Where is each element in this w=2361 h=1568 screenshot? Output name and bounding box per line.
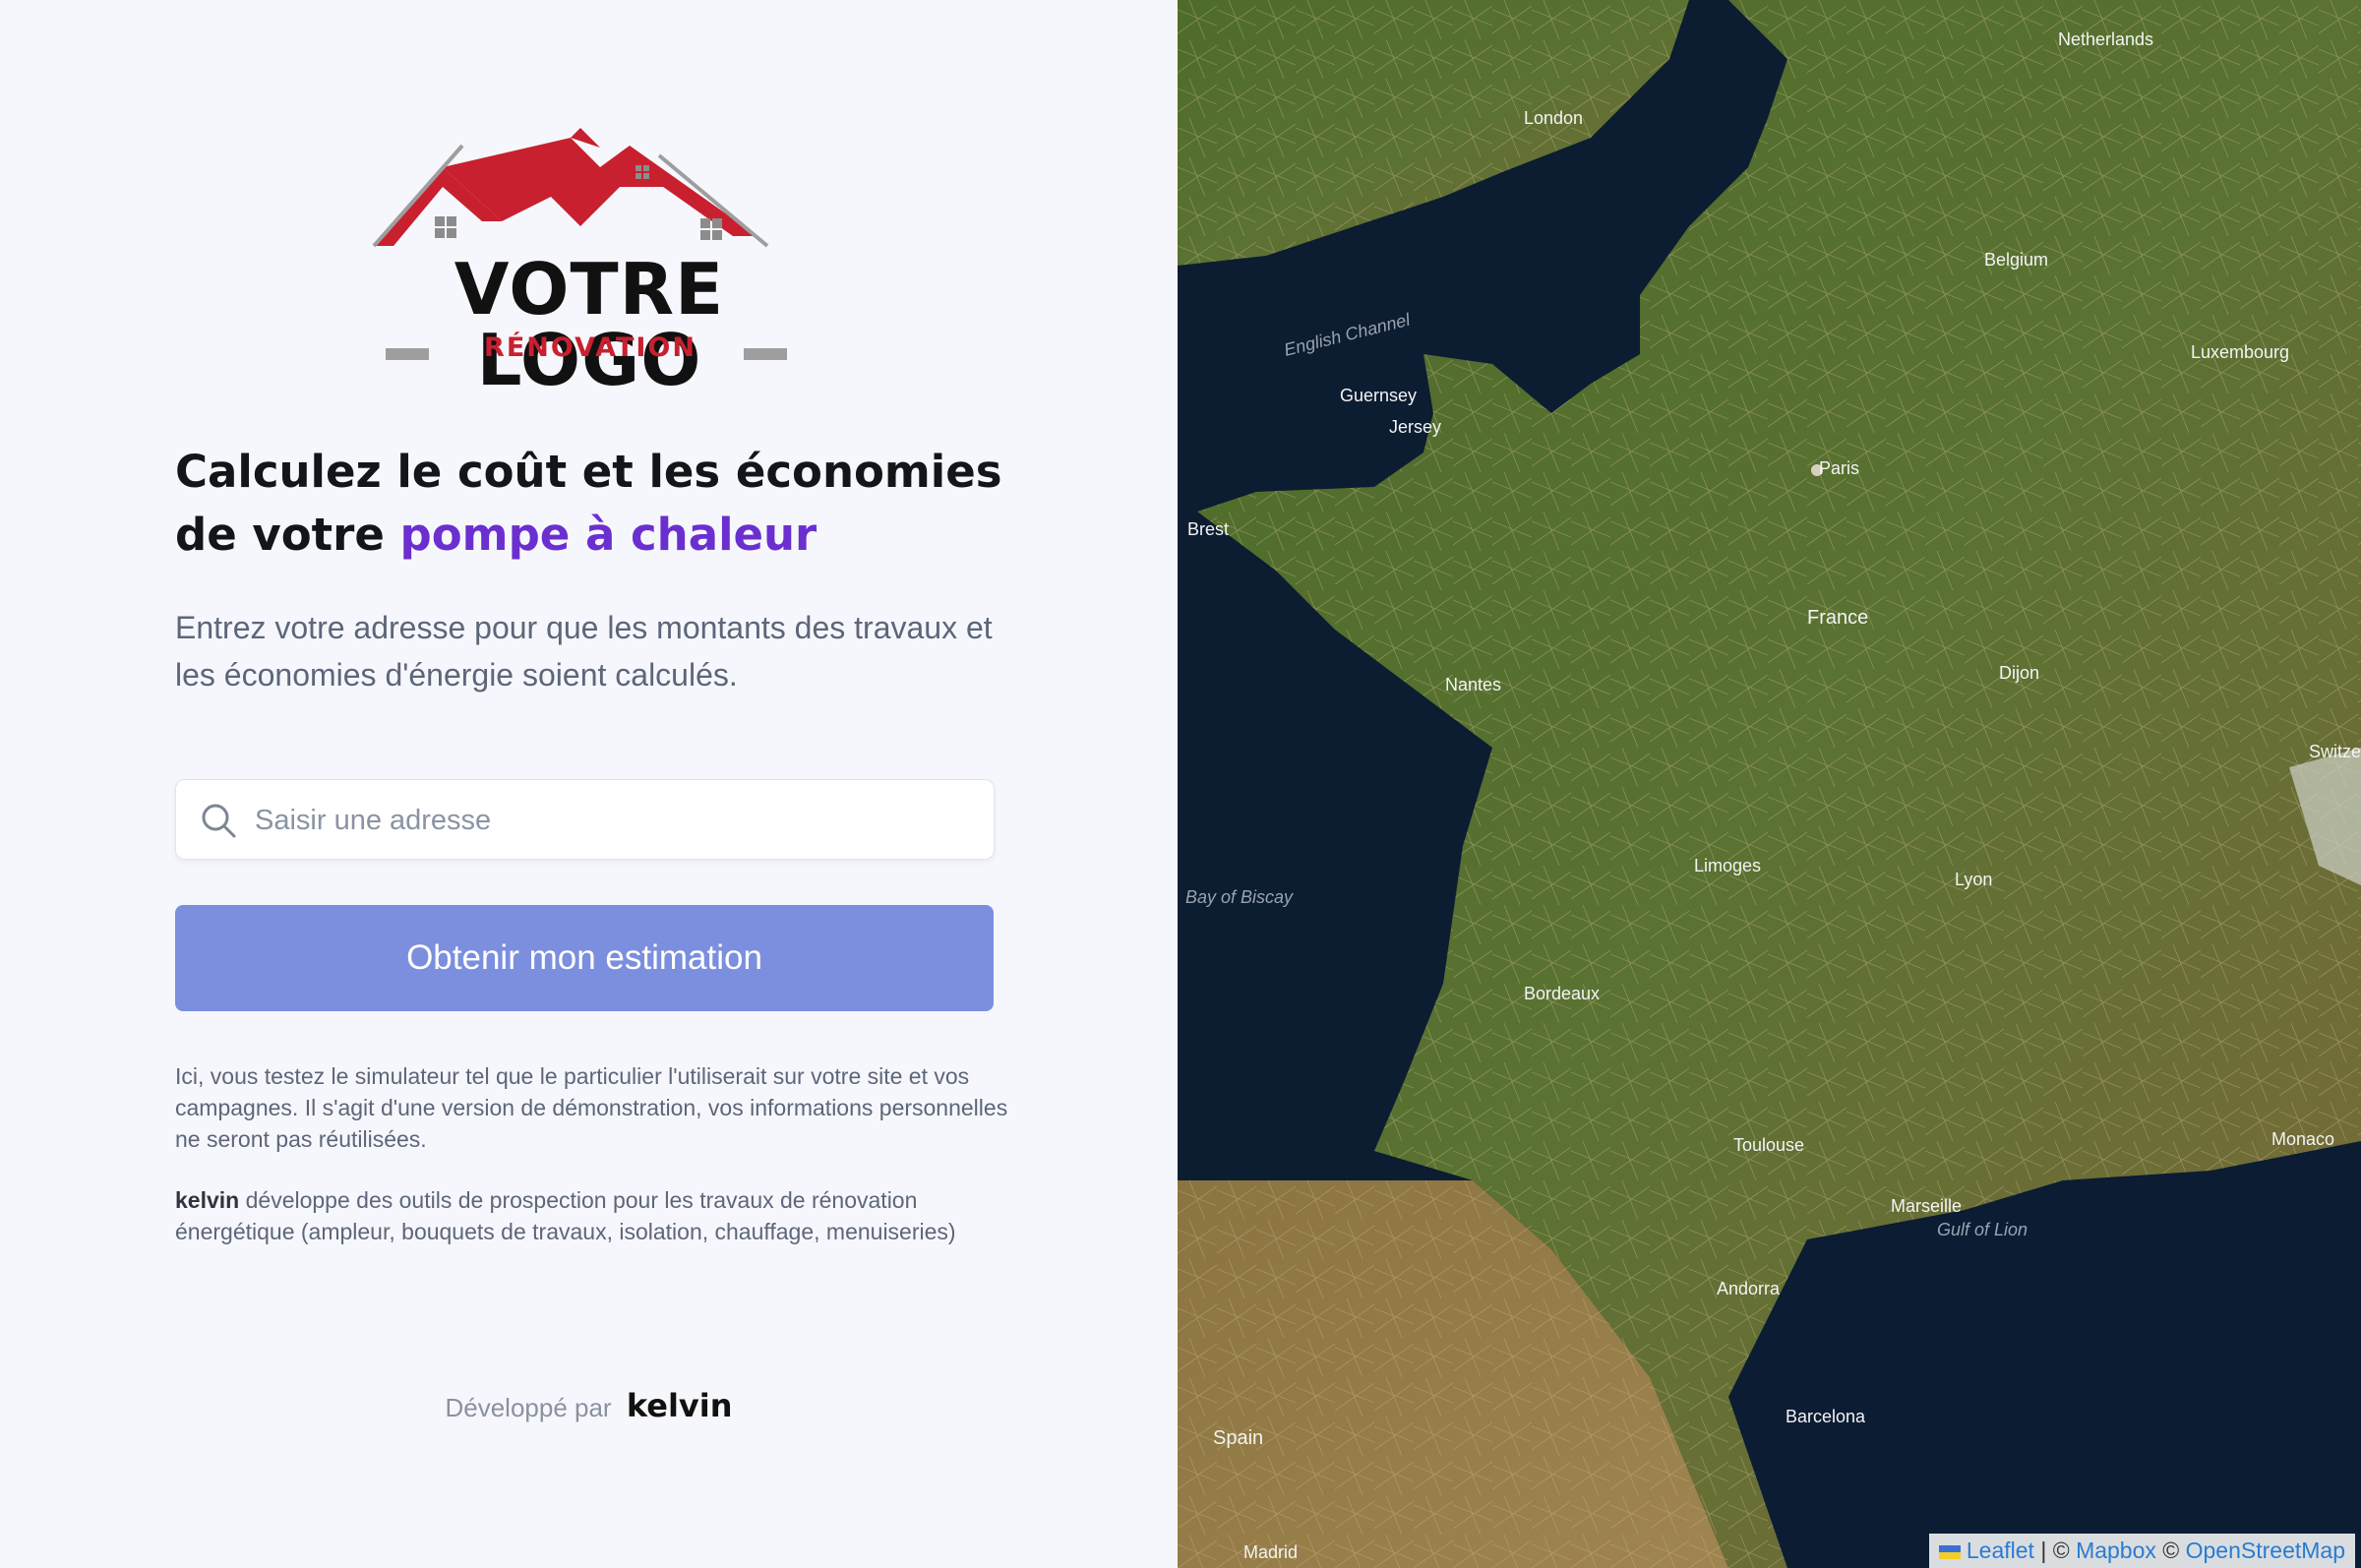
powered-by: Développé par kelvin — [0, 1387, 1178, 1424]
map-label: Switzerl — [2309, 742, 2361, 761]
about-description: développe des outils de prospection pour… — [175, 1187, 956, 1244]
disclaimer-text: Ici, vous testez le simulateur tel que l… — [175, 1063, 1008, 1152]
map-label: Marseille — [1891, 1196, 1962, 1216]
kelvin-brand-logo[interactable]: kelvin — [627, 1387, 733, 1424]
ukraine-flag-icon — [1938, 1544, 1961, 1559]
map-label: Belgium — [1984, 250, 2048, 270]
page-title: Calculez le coût et les économies de vot… — [175, 441, 1021, 567]
map-canvas[interactable]: Netherlands London Belgium Paris France … — [1178, 0, 2361, 1568]
address-search-box[interactable] — [175, 779, 995, 861]
map-label: Brest — [1187, 519, 1229, 539]
title-line-2-prefix: de votre — [175, 509, 400, 561]
copyright-symbol: © — [2052, 1538, 2070, 1563]
map-label: Spain — [1213, 1427, 1263, 1449]
map-label: Jersey — [1389, 417, 1441, 437]
address-input[interactable] — [253, 780, 965, 861]
map-label: Monaco — [2271, 1129, 2334, 1149]
search-icon — [202, 804, 236, 838]
map-label: France — [1807, 607, 1868, 629]
map-label: London — [1524, 108, 1583, 128]
map-label: Luxembourg — [2191, 342, 2289, 362]
intro-text: Entrez votre adresse pour que les montan… — [175, 610, 993, 693]
map-label: Madrid — [1243, 1542, 1298, 1562]
mapbox-link[interactable]: Mapbox — [2076, 1538, 2156, 1563]
get-estimate-button[interactable]: Obtenir mon estimation — [175, 905, 994, 1011]
left-panel: VOTRE LOGO RÉNOVATION Calculez le coût e… — [0, 0, 1178, 1568]
sea-label: Gulf of Lion — [1937, 1220, 2028, 1239]
title-line-1: Calculez le coût et les économies — [175, 446, 1002, 498]
about-brand: kelvin — [175, 1187, 240, 1213]
map-label: Nantes — [1445, 675, 1501, 694]
powered-by-label: Développé par — [445, 1393, 612, 1422]
company-logo: VOTRE LOGO RÉNOVATION — [334, 128, 846, 395]
copyright-symbol: © — [2162, 1538, 2180, 1563]
map-attribution: Leaflet | © Mapbox © OpenStreetMap — [1928, 1534, 2355, 1568]
logo-subtitle: RÉNOVATION — [484, 332, 696, 363]
map-label: Barcelona — [1786, 1407, 1866, 1426]
map-label: Netherlands — [2058, 30, 2153, 49]
map-label: Limoges — [1694, 856, 1761, 875]
map-label: Guernsey — [1340, 386, 1417, 405]
map-label: Andorra — [1717, 1279, 1781, 1298]
sea-label: Bay of Biscay — [1185, 887, 1294, 907]
about-text: kelvin développe des outils de prospecti… — [175, 1184, 1021, 1247]
leaflet-link[interactable]: Leaflet — [1967, 1538, 2034, 1563]
openstreetmap-link[interactable]: OpenStreetMap — [2186, 1538, 2345, 1563]
map-label: Dijon — [1999, 663, 2039, 683]
logo-title: VOTRE LOGO — [454, 248, 725, 401]
map-label: Toulouse — [1733, 1135, 1804, 1155]
title-accent: pompe à chaleur — [399, 509, 817, 561]
map-label: Lyon — [1955, 870, 1992, 889]
map-label: Paris — [1819, 458, 1859, 478]
map-label: Bordeaux — [1524, 984, 1600, 1003]
satellite-map[interactable]: Netherlands London Belgium Paris France … — [1178, 0, 2361, 1568]
